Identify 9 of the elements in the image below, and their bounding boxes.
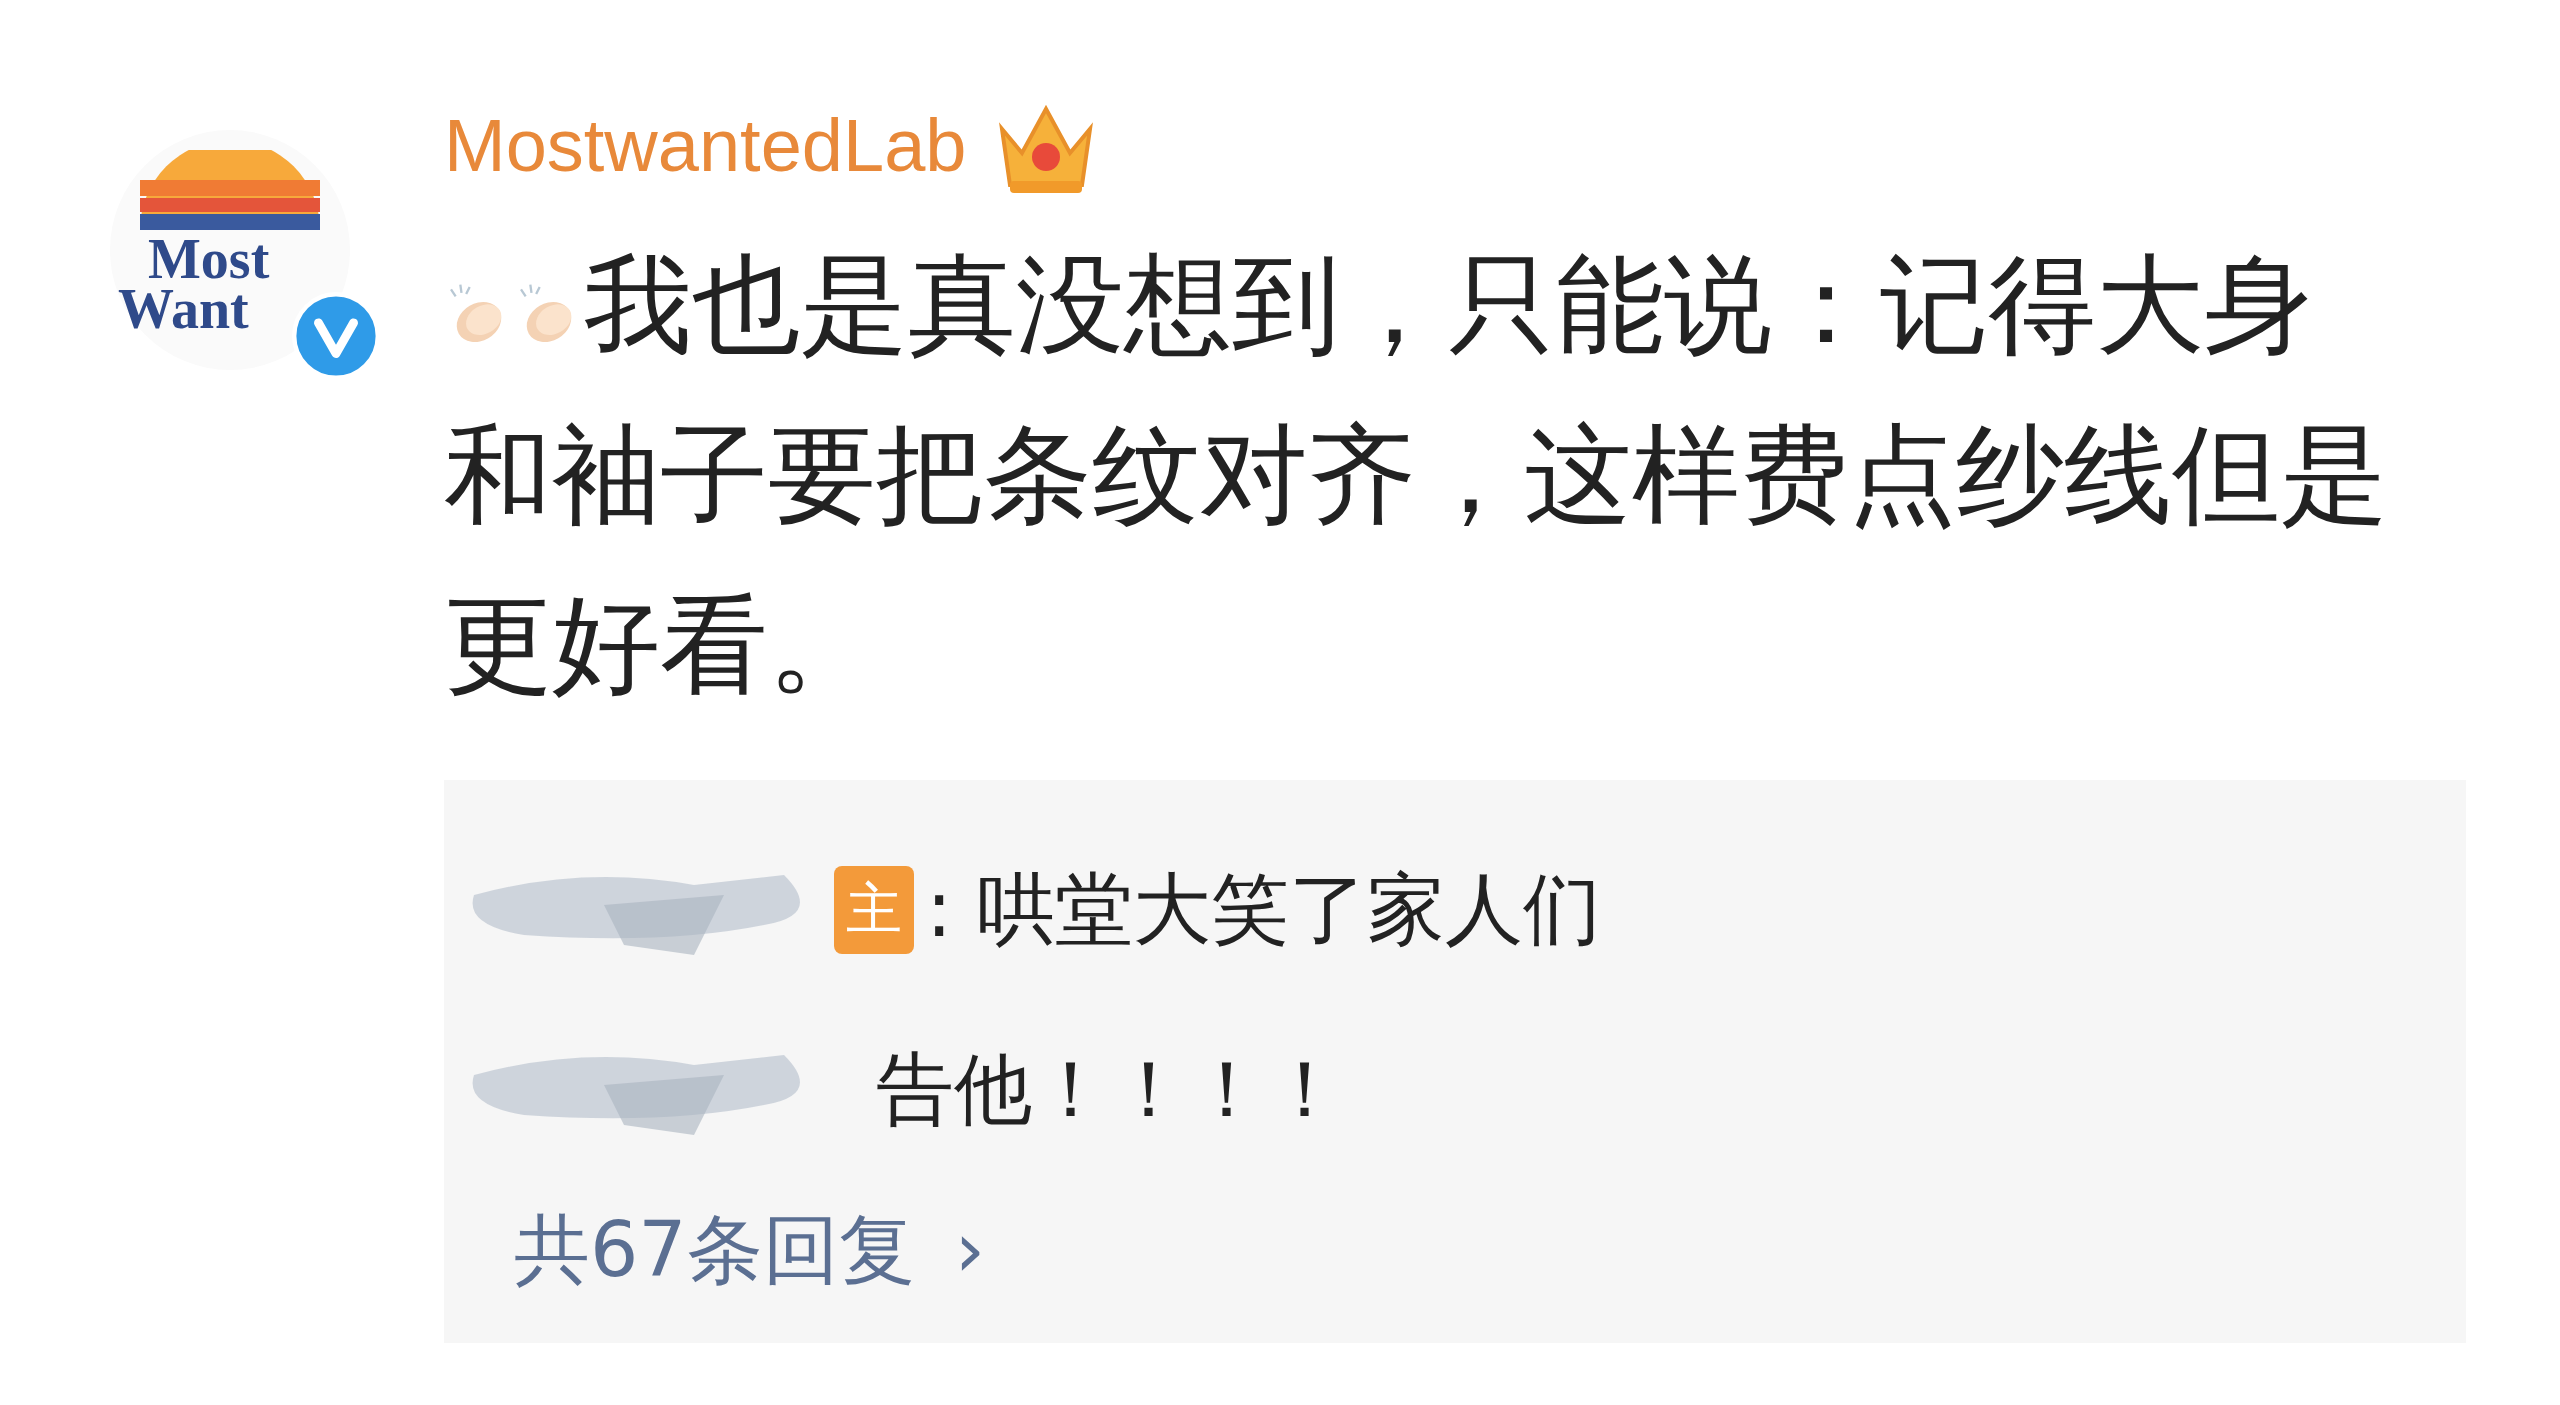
comment-text: 我也是真没想到，只能说：记得大身和袖子要把条纹对齐，这样费点纱线但是更好看。 [444,241,2389,709]
reply-text: 告他！！！！ [876,1042,1344,1136]
avatar-logo[interactable]: Most Want [110,130,350,370]
more-replies-link[interactable]: 共67条回复 › [464,1180,1036,1303]
author-badge: 主 [834,866,914,954]
reply-text: : 哄堂大笑了家人们 [926,862,1602,956]
logo-text: Most [147,234,270,285]
username[interactable]: MostwantedLab [444,102,967,188]
logo-text: Want [118,284,249,335]
